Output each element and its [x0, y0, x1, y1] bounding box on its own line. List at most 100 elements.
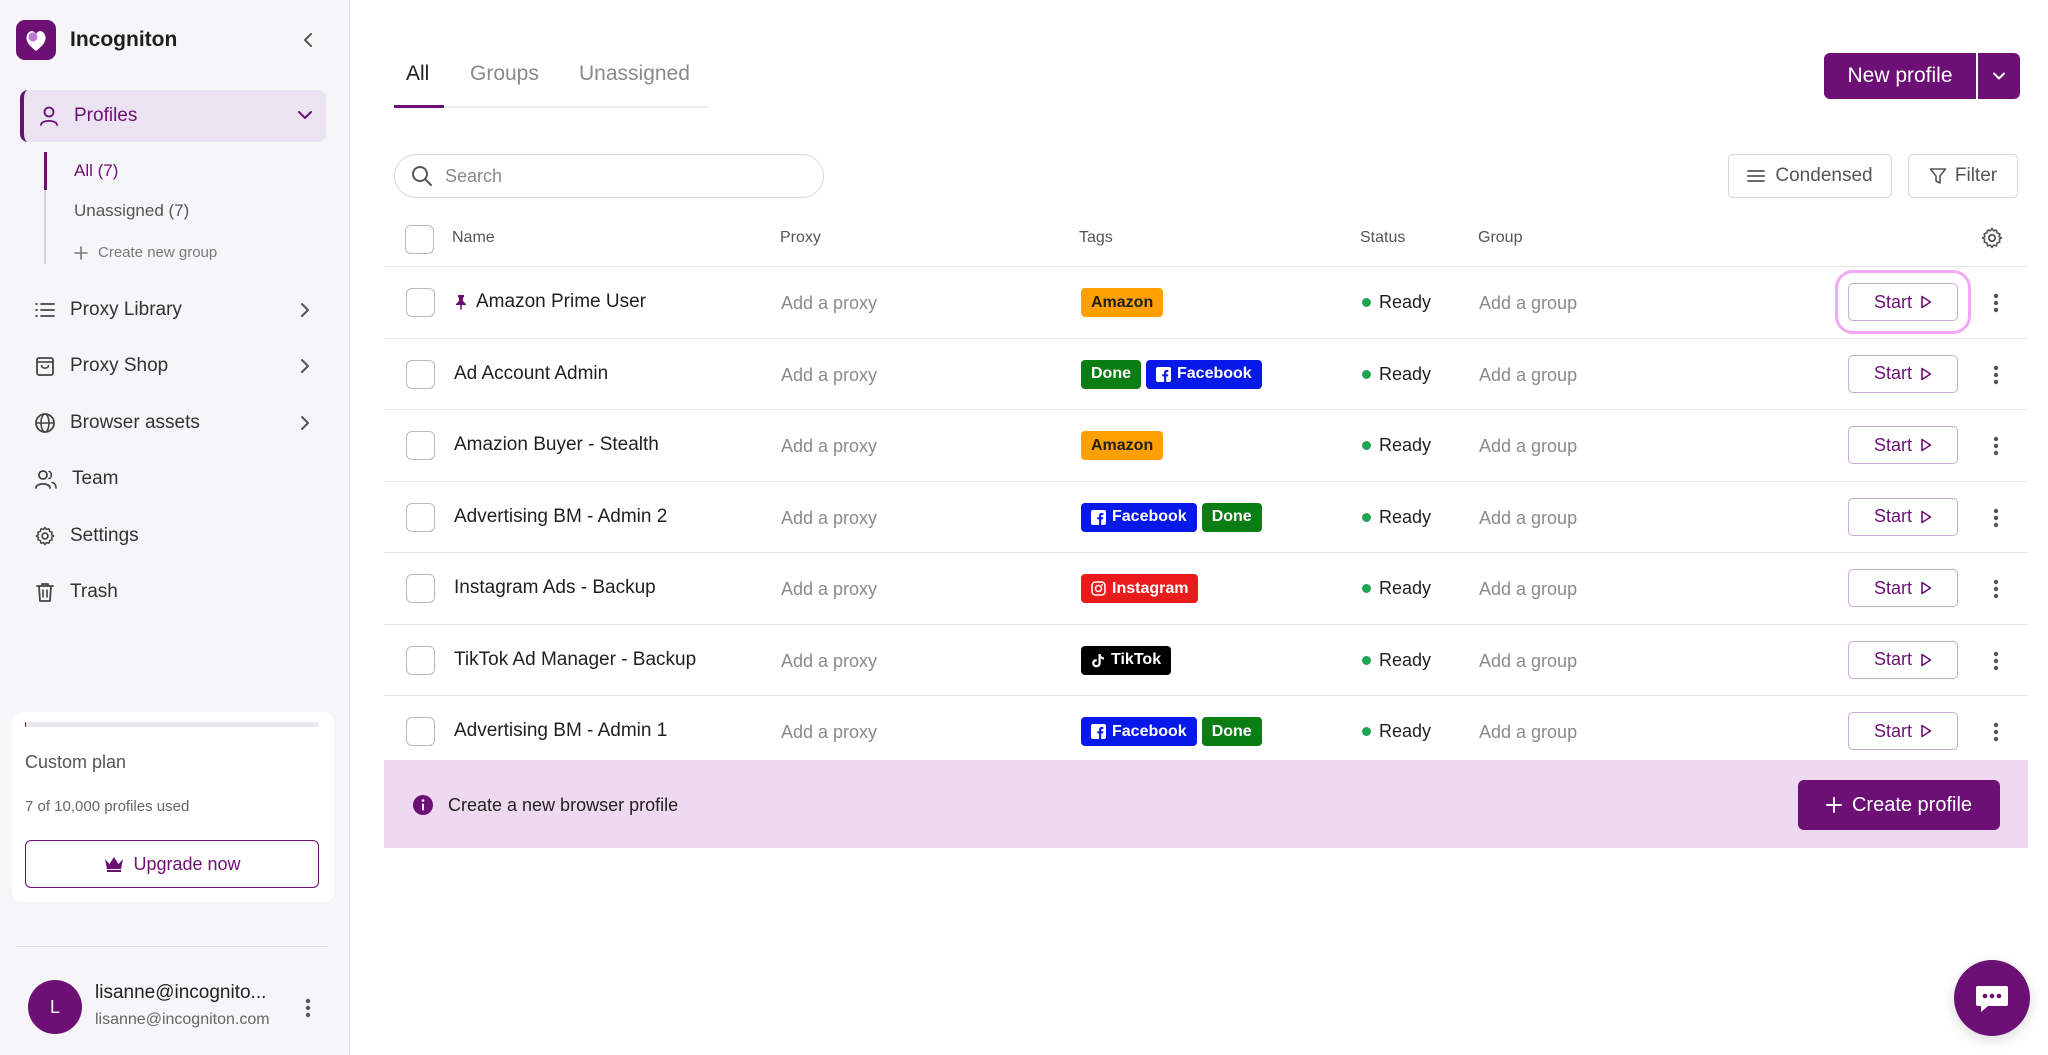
- sidebar-item-proxy-shop[interactable]: Proxy Shop: [34, 348, 326, 384]
- tab-groups[interactable]: Groups: [470, 62, 539, 86]
- table-row[interactable]: Ad Account Admin Add a proxy Done Faceboo…: [384, 339, 2028, 410]
- tag-facebook[interactable]: Facebook: [1081, 502, 1197, 532]
- row-checkbox[interactable]: [406, 645, 435, 675]
- tag-done[interactable]: Done: [1201, 502, 1262, 532]
- add-group-link[interactable]: Add a group: [1479, 293, 1577, 314]
- add-proxy-link[interactable]: Add a proxy: [781, 365, 877, 386]
- table-row[interactable]: Amazon Prime User Add a proxy Amazon Rea…: [384, 267, 2028, 339]
- search-input[interactable]: [445, 165, 785, 187]
- row-menu-kebab-icon[interactable]: [1986, 289, 2006, 317]
- sidebar-item-browser-assets[interactable]: Browser assets: [34, 405, 326, 441]
- table-row[interactable]: Advertising BM - Admin 2 Add a proxy Fac…: [384, 482, 2028, 553]
- row-menu-kebab-icon[interactable]: [1986, 504, 2006, 532]
- column-header-tags[interactable]: Tags: [1079, 229, 1113, 247]
- column-header-group[interactable]: Group: [1478, 229, 1522, 247]
- start-profile-button[interactable]: Start: [1848, 354, 1958, 393]
- row-checkbox[interactable]: [406, 574, 435, 603]
- row-menu-kebab-icon[interactable]: [1986, 647, 2006, 675]
- sidebar-item-settings[interactable]: Settings: [34, 518, 326, 554]
- table-row[interactable]: Instagram Ads - Backup Add a proxy Insta…: [384, 553, 2028, 625]
- add-group-link[interactable]: Add a group: [1479, 722, 1577, 743]
- add-proxy-link[interactable]: Add a proxy: [781, 579, 877, 600]
- filter-button[interactable]: Filter: [1908, 154, 2018, 198]
- sidebar-item-profiles[interactable]: Profiles: [20, 90, 326, 142]
- row-checkbox[interactable]: [406, 502, 435, 532]
- chevron-down-icon: [1993, 72, 2005, 80]
- add-proxy-link[interactable]: Add a proxy: [781, 651, 877, 672]
- collapse-sidebar-button[interactable]: [294, 26, 322, 54]
- create-profile-button[interactable]: Create profile: [1798, 780, 2000, 830]
- new-profile-button[interactable]: New profile: [1824, 53, 1976, 99]
- table-row[interactable]: Advertising BM - Admin 1 Add a proxy Fac…: [384, 696, 2028, 768]
- add-group-link[interactable]: Add a group: [1479, 579, 1577, 600]
- new-profile-dropdown-button[interactable]: [1978, 53, 2020, 99]
- facebook-icon: [1091, 509, 1106, 525]
- row-checkbox[interactable]: [406, 717, 435, 746]
- start-label: Start: [1873, 649, 1912, 669]
- search-icon: [411, 165, 433, 187]
- row-menu-kebab-icon[interactable]: [1986, 718, 2006, 746]
- row-checkbox[interactable]: [406, 288, 435, 317]
- profile-name-cell[interactable]: Advertising BM - Admin 2: [454, 506, 667, 528]
- add-group-link[interactable]: Add a group: [1479, 508, 1577, 529]
- tag-done[interactable]: Done: [1201, 717, 1262, 746]
- tag-tiktok[interactable]: TikTok: [1081, 645, 1172, 675]
- table-row[interactable]: Amazion Buyer - Stealth Add a proxy Amaz…: [384, 410, 2028, 482]
- column-header-status[interactable]: Status: [1360, 229, 1405, 247]
- subnav-item-unassigned[interactable]: Unassigned (7): [74, 201, 189, 221]
- sidebar-item-team[interactable]: Team: [34, 461, 326, 497]
- profile-name-cell[interactable]: Amazion Buyer - Stealth: [454, 434, 659, 456]
- sidebar-item-trash[interactable]: Trash: [34, 574, 326, 610]
- start-profile-button[interactable]: Start: [1848, 426, 1958, 464]
- subnav-item-all[interactable]: All (7): [74, 161, 118, 181]
- condensed-view-button[interactable]: Condensed: [1728, 154, 1892, 198]
- user-menu-kebab-icon[interactable]: [298, 994, 318, 1022]
- tag-label: Facebook: [1112, 722, 1187, 740]
- add-group-link[interactable]: Add a group: [1479, 365, 1577, 386]
- tag-amazon[interactable]: Amazon: [1081, 288, 1164, 317]
- add-group-link[interactable]: Add a group: [1479, 651, 1577, 672]
- start-profile-button[interactable]: Start: [1848, 640, 1958, 679]
- tag-instagram[interactable]: Instagram: [1081, 574, 1199, 603]
- start-profile-button[interactable]: Start: [1848, 569, 1958, 607]
- tag-done[interactable]: Done: [1081, 359, 1141, 389]
- status-badge: Ready: [1379, 292, 1432, 312]
- start-profile-button[interactable]: Start: [1848, 712, 1958, 750]
- profile-name-cell[interactable]: Amazon Prime User: [454, 291, 646, 313]
- table-settings-gear-icon[interactable]: [1980, 226, 2004, 250]
- user-account[interactable]: L lisanne@incognito... lisanne@incognito…: [28, 980, 328, 1036]
- status-badge: Ready: [1379, 578, 1432, 598]
- tab-all[interactable]: All: [406, 62, 429, 86]
- add-proxy-link[interactable]: Add a proxy: [781, 722, 877, 743]
- start-label: Start: [1873, 577, 1912, 598]
- add-proxy-link[interactable]: Add a proxy: [781, 508, 877, 529]
- start-profile-button[interactable]: Start: [1848, 497, 1958, 536]
- tag-facebook[interactable]: Facebook: [1081, 717, 1197, 746]
- start-profile-button[interactable]: Start: [1835, 270, 1971, 334]
- sidebar-item-label: Proxy Library: [70, 299, 182, 320]
- profile-name-cell[interactable]: Instagram Ads - Backup: [454, 577, 656, 599]
- row-menu-kebab-icon[interactable]: [1986, 361, 2006, 389]
- add-group-link[interactable]: Add a group: [1479, 436, 1577, 457]
- profile-name-cell[interactable]: Ad Account Admin: [454, 363, 608, 385]
- row-menu-kebab-icon[interactable]: [1986, 432, 2006, 460]
- column-header-proxy[interactable]: Proxy: [780, 229, 821, 247]
- add-proxy-link[interactable]: Add a proxy: [781, 293, 877, 314]
- tab-unassigned[interactable]: Unassigned: [579, 62, 690, 86]
- row-checkbox[interactable]: [406, 431, 435, 460]
- brand[interactable]: Incogniton: [16, 20, 177, 60]
- row-checkbox[interactable]: [406, 359, 435, 389]
- row-menu-kebab-icon[interactable]: [1986, 575, 2006, 603]
- add-proxy-link[interactable]: Add a proxy: [781, 436, 877, 457]
- tag-amazon[interactable]: Amazon: [1081, 431, 1164, 460]
- table-row[interactable]: TikTok Ad Manager - Backup Add a proxy T…: [384, 625, 2028, 696]
- profile-name-cell[interactable]: Advertising BM - Admin 1: [454, 720, 667, 742]
- upgrade-now-button[interactable]: Upgrade now: [25, 840, 319, 888]
- sidebar-item-proxy-library[interactable]: Proxy Library: [34, 292, 326, 328]
- tag-facebook[interactable]: Facebook: [1146, 359, 1262, 389]
- create-new-group-link[interactable]: Create new group: [74, 244, 217, 261]
- profile-name-cell[interactable]: TikTok Ad Manager - Backup: [454, 649, 696, 671]
- column-header-name[interactable]: Name: [452, 229, 495, 247]
- select-all-checkbox[interactable]: [405, 225, 434, 254]
- chat-button[interactable]: [1954, 960, 2030, 1036]
